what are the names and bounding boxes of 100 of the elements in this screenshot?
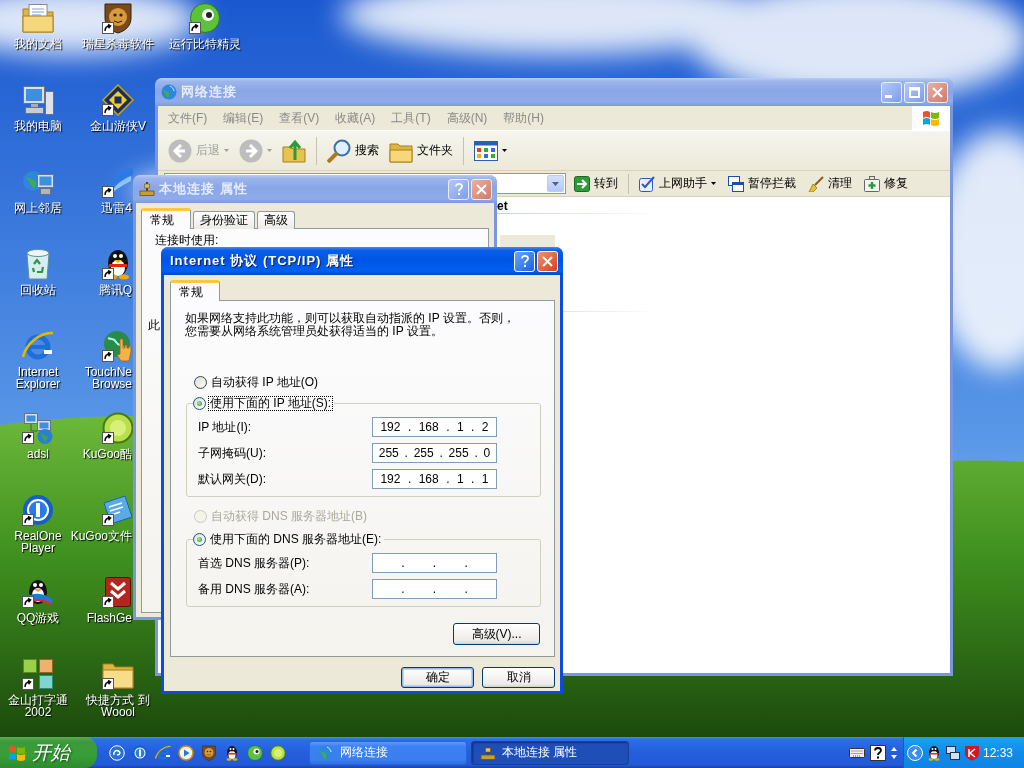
views-icon	[474, 138, 498, 163]
document-icon[interactable]	[102, 494, 134, 526]
tab[interactable]: 高级	[257, 211, 295, 229]
start-button[interactable]: 开始	[0, 737, 97, 768]
numbered-circle-icon[interactable]	[22, 494, 54, 526]
icon-label[interactable]: RealOne Player	[7, 530, 69, 554]
close-icon	[932, 86, 943, 98]
chevron-box-icon[interactable]	[102, 576, 134, 608]
help-icon	[520, 255, 529, 267]
tab[interactable]: 常规	[141, 208, 191, 229]
help-icon[interactable]	[870, 744, 886, 761]
icon-label[interactable]: 快捷方式 到 Woool	[80, 694, 156, 718]
close-button[interactable]	[471, 178, 492, 200]
penguin-icon[interactable]	[224, 744, 240, 761]
menu-item[interactable]: 工具(T)	[383, 109, 439, 127]
help-icon	[454, 183, 463, 195]
menu-item[interactable]: 查看(V)	[271, 109, 328, 127]
menu-item[interactable]: 收藏(A)	[327, 109, 384, 127]
browser-icon[interactable]	[155, 744, 171, 761]
browser-icon[interactable]	[22, 330, 54, 362]
scroll-arrows-icon[interactable]	[891, 745, 897, 760]
taskbar-button[interactable]: 本地连接 属性	[471, 740, 629, 765]
icon-label[interactable]: 迅雷4	[101, 202, 132, 214]
icon-label[interactable]: QQ游戏	[16, 612, 60, 624]
icon-label[interactable]: 网上邻居	[14, 202, 62, 214]
dialog-button[interactable]: 确定	[401, 667, 474, 688]
toolbar-button[interactable]: 转到	[570, 172, 622, 195]
ip-address-field[interactable]: 255 . 255 . 255 . 0	[372, 443, 497, 463]
penguin-icon[interactable]	[926, 744, 942, 761]
toolbar-button[interactable]: 清理	[804, 172, 856, 195]
creature-icon[interactable]	[189, 2, 221, 34]
search-button[interactable]: 搜索	[323, 133, 383, 168]
network-icon[interactable]	[945, 744, 961, 761]
ip-address-field[interactable]: 192 . 168 . 1 . 1	[372, 469, 497, 489]
maximize-icon	[909, 86, 920, 98]
swoosh-icon[interactable]	[102, 166, 134, 198]
letter-blocks-icon[interactable]	[22, 658, 54, 690]
folders-button[interactable]: 文件夹	[385, 133, 457, 168]
round-logo-icon[interactable]	[102, 412, 134, 444]
menu-item[interactable]: 帮助(H)	[495, 109, 552, 127]
icon-label[interactable]: 我的电脑	[14, 120, 62, 132]
ip-address-field[interactable]: 192 . 168 . 1 . 2	[372, 417, 497, 437]
computer-icon[interactable]	[22, 84, 54, 116]
radio-option[interactable]: 使用下面的 DNS 服务器地址(E):	[193, 531, 383, 547]
icon-label[interactable]: adsl	[27, 448, 49, 460]
menu-item[interactable]: 高级(N)	[438, 109, 496, 127]
flag-icon	[8, 743, 26, 762]
caret-down-icon	[224, 149, 229, 152]
toolbar-button[interactable]: 修复	[860, 172, 912, 195]
go-arrow-icon	[574, 175, 590, 192]
caret-down-icon	[552, 181, 559, 186]
lion-icon[interactable]	[102, 2, 134, 34]
description-text: 如果网络支持此功能，则可以获取自动指派的 IP 设置。否则，您需要从网络系统管理员处获得适当的 IP 设置。	[185, 312, 516, 338]
icon-label[interactable]: 回收站	[20, 284, 56, 296]
advanced-button[interactable]: 高级(V)...	[453, 623, 540, 645]
connector-icon	[480, 744, 496, 761]
icon-label[interactable]: 腾讯Q	[98, 284, 132, 296]
broom-icon	[808, 175, 824, 192]
shield-icon[interactable]	[964, 744, 980, 761]
toolbar-button[interactable]: 上网助手	[635, 172, 720, 195]
dialog-button[interactable]: 取消	[482, 667, 555, 688]
menu-item[interactable]: 文件(F)	[160, 109, 216, 127]
icon-label[interactable]: 运行比特精灵	[169, 38, 241, 50]
caret-down-icon	[502, 149, 507, 152]
item-highlight	[500, 235, 555, 247]
ip-address-field[interactable]: . . .	[372, 579, 497, 599]
folder-up-icon	[282, 138, 306, 163]
globe-hand-icon[interactable]	[102, 330, 134, 362]
stacked-windows-icon	[728, 175, 744, 192]
icon-label[interactable]: 金山游侠V	[90, 120, 146, 132]
radio-option[interactable]: 自动获得 IP 地址(O)	[194, 374, 320, 390]
document-folder-icon[interactable]	[22, 2, 54, 34]
field-label: 备用 DNS 服务器(A):	[198, 580, 310, 598]
network-connection-icon[interactable]	[22, 412, 54, 444]
chevron-left-icon[interactable]	[907, 744, 923, 761]
play-icon[interactable]	[178, 744, 194, 761]
ip-address-field[interactable]: . . .	[372, 553, 497, 573]
close-button[interactable]	[927, 81, 948, 103]
radio-option[interactable]: 使用下面的 IP 地址(S):	[193, 395, 333, 411]
swirl-icon[interactable]	[109, 744, 125, 761]
caret-down-icon	[711, 182, 716, 185]
taskbar-button[interactable]: 网络连接	[309, 740, 467, 765]
caret-down-icon	[267, 149, 272, 152]
toolbar-button[interactable]: 暂停拦截	[724, 172, 800, 195]
globe-icon	[161, 84, 177, 100]
field-label: IP 地址(I):	[198, 418, 252, 436]
round-logo-icon[interactable]	[270, 744, 286, 761]
field-label: 默认网关(D):	[198, 470, 266, 488]
numbered-circle-icon[interactable]	[132, 744, 148, 761]
search-icon	[327, 138, 351, 163]
dropdown-button[interactable]	[547, 175, 564, 192]
creature-icon[interactable]	[247, 744, 263, 761]
icon-label[interactable]: KuGoo文件	[70, 530, 132, 542]
icon-label[interactable]: FlashGe	[86, 612, 132, 624]
tab[interactable]: 常规	[170, 280, 220, 301]
icon-label[interactable]: 金山打字通 2002	[7, 694, 69, 718]
diamond-icon[interactable]	[102, 84, 134, 116]
icon-label[interactable]: KuGoo酷	[82, 448, 132, 460]
menu-item[interactable]: 编辑(E)	[215, 109, 272, 127]
tab[interactable]: 身份验证	[193, 211, 255, 229]
